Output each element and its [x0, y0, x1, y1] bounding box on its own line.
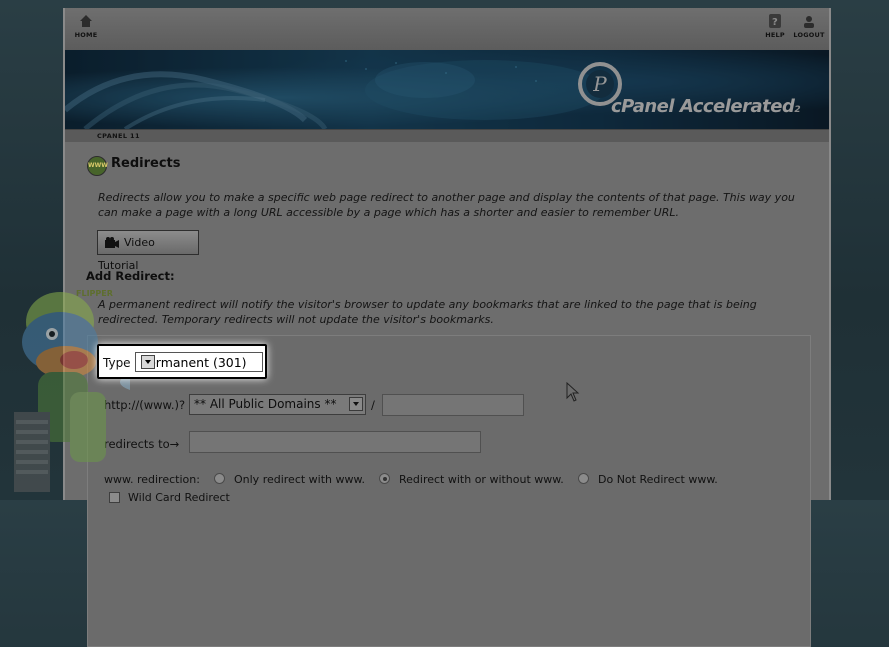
- page-title: Redirects: [111, 156, 181, 171]
- www-icon: WWW: [87, 156, 108, 176]
- type-label: Type: [103, 356, 131, 370]
- type-select[interactable]: Permanent (301): [135, 352, 263, 372]
- radio-only-with-www-label: Only redirect with www.: [234, 473, 365, 486]
- radio-do-not-redirect-www[interactable]: [578, 473, 589, 484]
- home-label: HOME: [74, 31, 98, 39]
- add-redirect-form: http://(www.)? ** All Public Domains ** …: [87, 335, 811, 647]
- help-label: HELP: [765, 31, 785, 39]
- mascot-badge-text: FLIPPER: [76, 289, 113, 298]
- radio-do-not-redirect-www-label: Do Not Redirect www.: [598, 473, 718, 486]
- main-content: WWW Redirects Redirects allow you to mak…: [65, 142, 829, 647]
- redirects-to-input[interactable]: [189, 431, 481, 453]
- domain-select-value: ** All Public Domains **: [194, 397, 337, 411]
- add-redirect-description: A permanent redirect will notify the vis…: [98, 298, 757, 326]
- version-label: CPANEL 11: [97, 132, 140, 140]
- page-description: Redirects allow you to make a specific w…: [98, 191, 795, 219]
- redirect-path-input[interactable]: [382, 394, 524, 416]
- type-highlight: Type Permanent (301): [97, 344, 267, 379]
- radio-only-with-www[interactable]: [214, 473, 225, 484]
- radio-with-or-without-www[interactable]: [379, 473, 390, 484]
- video-camera-icon: [105, 237, 119, 248]
- path-slash: /: [371, 398, 375, 412]
- top-navigation: HOME ? HELP LOGOUT: [65, 8, 829, 51]
- wildcard-redirect-label: Wild Card Redirect: [128, 491, 230, 504]
- network-cables-graphic: [65, 60, 605, 129]
- chevron-down-icon: [141, 355, 155, 369]
- browser-page: HOME ? HELP LOGOUT P cPanel Accelerated2…: [63, 8, 831, 647]
- cpanel-logo-text: cPanel Accelerated2: [611, 96, 801, 117]
- radio-with-or-without-www-label: Redirect with or without www.: [399, 473, 564, 486]
- cpanel-banner: P cPanel Accelerated2: [65, 50, 829, 129]
- type-select-value: Permanent (301): [141, 355, 247, 370]
- logout-label: LOGOUT: [793, 31, 825, 39]
- mouse-cursor-icon: [566, 382, 580, 402]
- svg-text:P: P: [592, 72, 607, 96]
- home-icon: [80, 15, 92, 27]
- user-icon: [804, 16, 814, 28]
- home-link[interactable]: HOME: [66, 14, 106, 39]
- domain-select[interactable]: ** All Public Domains **: [189, 394, 366, 415]
- help-icon: ?: [769, 14, 781, 28]
- svg-text:?: ?: [772, 17, 778, 28]
- version-bar: CPANEL 11: [65, 129, 829, 143]
- logout-link[interactable]: LOGOUT: [789, 14, 829, 39]
- chevron-down-icon: [349, 397, 363, 411]
- flipper-mascot-image: FLIPPER: [14, 289, 130, 492]
- video-tutorial-button[interactable]: Video Tutorial: [97, 230, 199, 272]
